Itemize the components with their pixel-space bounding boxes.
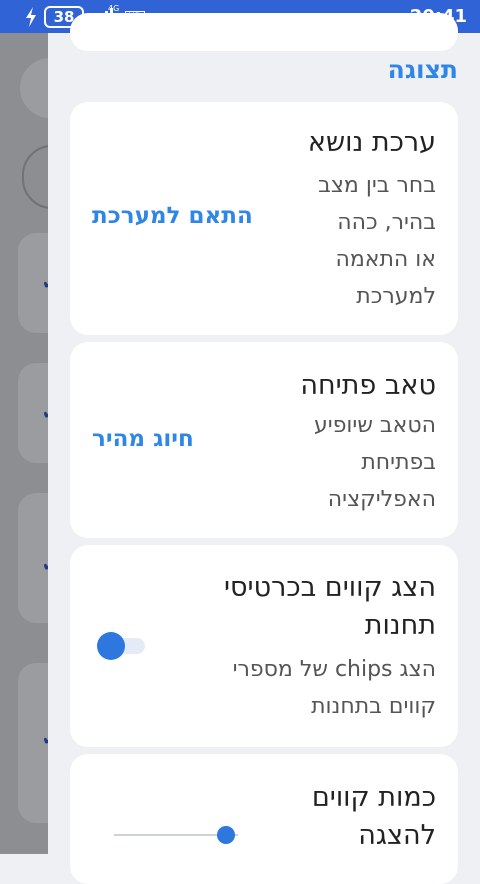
network-type: 4G: [108, 4, 120, 13]
settings-drawer: תצוגה ערכת נושא בחר בין מצב בהיר, כהה או…: [48, 13, 480, 884]
setting-lines-count[interactable]: כמות קווים להצגה: [70, 754, 458, 884]
setting-start-tab[interactable]: טאב פתיחה הטאב שיופיע בפתיחת האפליקציה ח…: [70, 342, 458, 538]
section-title: תצוגה: [387, 55, 458, 84]
dimmed-background[interactable]: ✓ ✓ ✓ ✓: [0, 33, 66, 854]
setting-title: טאב פתיחה: [300, 370, 436, 401]
previous-card: [70, 13, 458, 51]
setting-description: הטאב שיופיע בפתיחת האפליקציה: [314, 413, 436, 512]
setting-description: בחר בין מצב בהיר, כהה או התאמה למערכת: [318, 173, 436, 309]
slider-thumb[interactable]: [216, 826, 235, 844]
setting-title: כמות קווים להצגה: [311, 782, 436, 851]
setting-description: הצג chips של מספרי קווים בתחנות: [232, 657, 436, 719]
theme-value[interactable]: התאם למערכת: [92, 203, 253, 229]
setting-title: הצג קווים בכרטיסי תחנות: [223, 572, 436, 641]
setting-title: ערכת נושא: [307, 127, 436, 158]
setting-show-lines-chips[interactable]: הצג קווים בכרטיסי תחנות הצג chips של מספ…: [70, 545, 458, 747]
show-lines-toggle[interactable]: [97, 632, 145, 660]
charging-icon: [26, 7, 36, 27]
setting-theme[interactable]: ערכת נושא בחר בין מצב בהיר, כהה או התאמה…: [70, 102, 458, 335]
lines-count-slider[interactable]: [114, 825, 238, 845]
start-tab-value[interactable]: חיוג מהיר: [92, 426, 194, 452]
